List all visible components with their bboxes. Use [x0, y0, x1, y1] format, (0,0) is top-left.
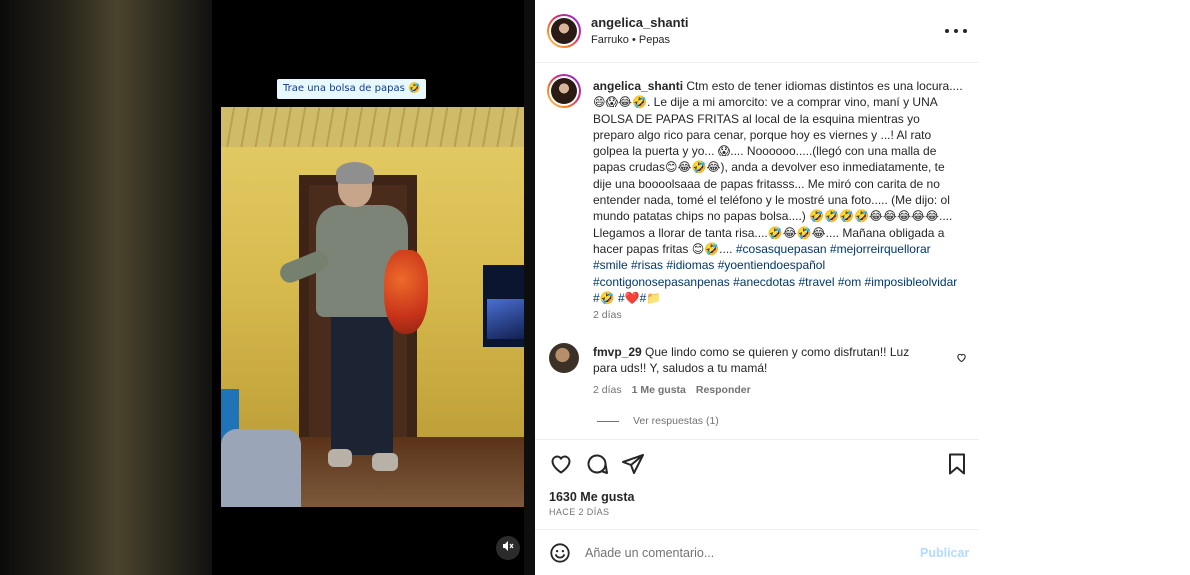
- view-replies[interactable]: Ver respuestas (1): [597, 415, 719, 427]
- heart-icon[interactable]: [549, 452, 573, 481]
- post-panel: angelica_shanti Farruko • Pepas angelica…: [535, 0, 979, 575]
- potato-bag: [384, 250, 428, 334]
- page-background: [979, 0, 1190, 575]
- comment-timestamp: 2 días: [593, 384, 622, 396]
- comment-meta: 2 días 1 Me gusta Responder: [593, 384, 751, 396]
- beanie: [336, 162, 374, 184]
- post-caption: angelica_shanti Ctm esto de tener idioma…: [593, 78, 963, 306]
- bookmark-icon[interactable]: [945, 452, 969, 481]
- post-date: HACE 2 DÍAS: [549, 507, 610, 517]
- more-options-icon[interactable]: [945, 22, 967, 40]
- couch-cushion: [221, 429, 301, 507]
- audio-attribution[interactable]: Farruko • Pepas: [591, 34, 670, 46]
- reply-button[interactable]: Responder: [696, 384, 751, 396]
- caption-username[interactable]: angelica_shanti: [593, 79, 683, 93]
- blurred-background-right: [524, 0, 535, 575]
- comment-input[interactable]: Añade un comentario...: [585, 546, 714, 560]
- likes-count[interactable]: 1630 Me gusta: [549, 490, 634, 504]
- muted-speaker-icon: [502, 539, 514, 557]
- ceiling: [221, 107, 524, 147]
- comment-composer: Añade un comentario... Publicar: [535, 530, 979, 575]
- comment-likes[interactable]: 1 Me gusta: [632, 384, 686, 396]
- comment-like-icon[interactable]: [956, 350, 967, 368]
- author-username[interactable]: angelica_shanti: [591, 15, 689, 30]
- comment: fmvp_29 Que lindo como se quieren y como…: [593, 344, 933, 377]
- emoji-icon[interactable]: [549, 542, 571, 569]
- divider: [535, 439, 979, 440]
- comment-icon[interactable]: [585, 452, 609, 481]
- caption-timestamp: 2 días: [593, 309, 622, 321]
- publish-button[interactable]: Publicar: [920, 546, 969, 560]
- post-actions: [549, 452, 969, 476]
- blurred-background: [0, 0, 212, 575]
- author-avatar[interactable]: [547, 14, 581, 48]
- divider: [535, 62, 979, 63]
- share-icon[interactable]: [621, 452, 645, 481]
- caption-text: Ctm esto de tener idiomas distintos es u…: [593, 79, 963, 256]
- view-replies-label[interactable]: Ver respuestas (1): [633, 415, 719, 427]
- caption-avatar[interactable]: [547, 74, 581, 108]
- video-overlay-caption: Trae una bolsa de papas 🤣: [277, 79, 427, 99]
- commenter-avatar[interactable]: [549, 343, 579, 373]
- mute-button[interactable]: [496, 536, 520, 560]
- commenter-username[interactable]: fmvp_29: [593, 345, 642, 359]
- video-frame[interactable]: [221, 107, 524, 507]
- person-legs: [331, 315, 393, 455]
